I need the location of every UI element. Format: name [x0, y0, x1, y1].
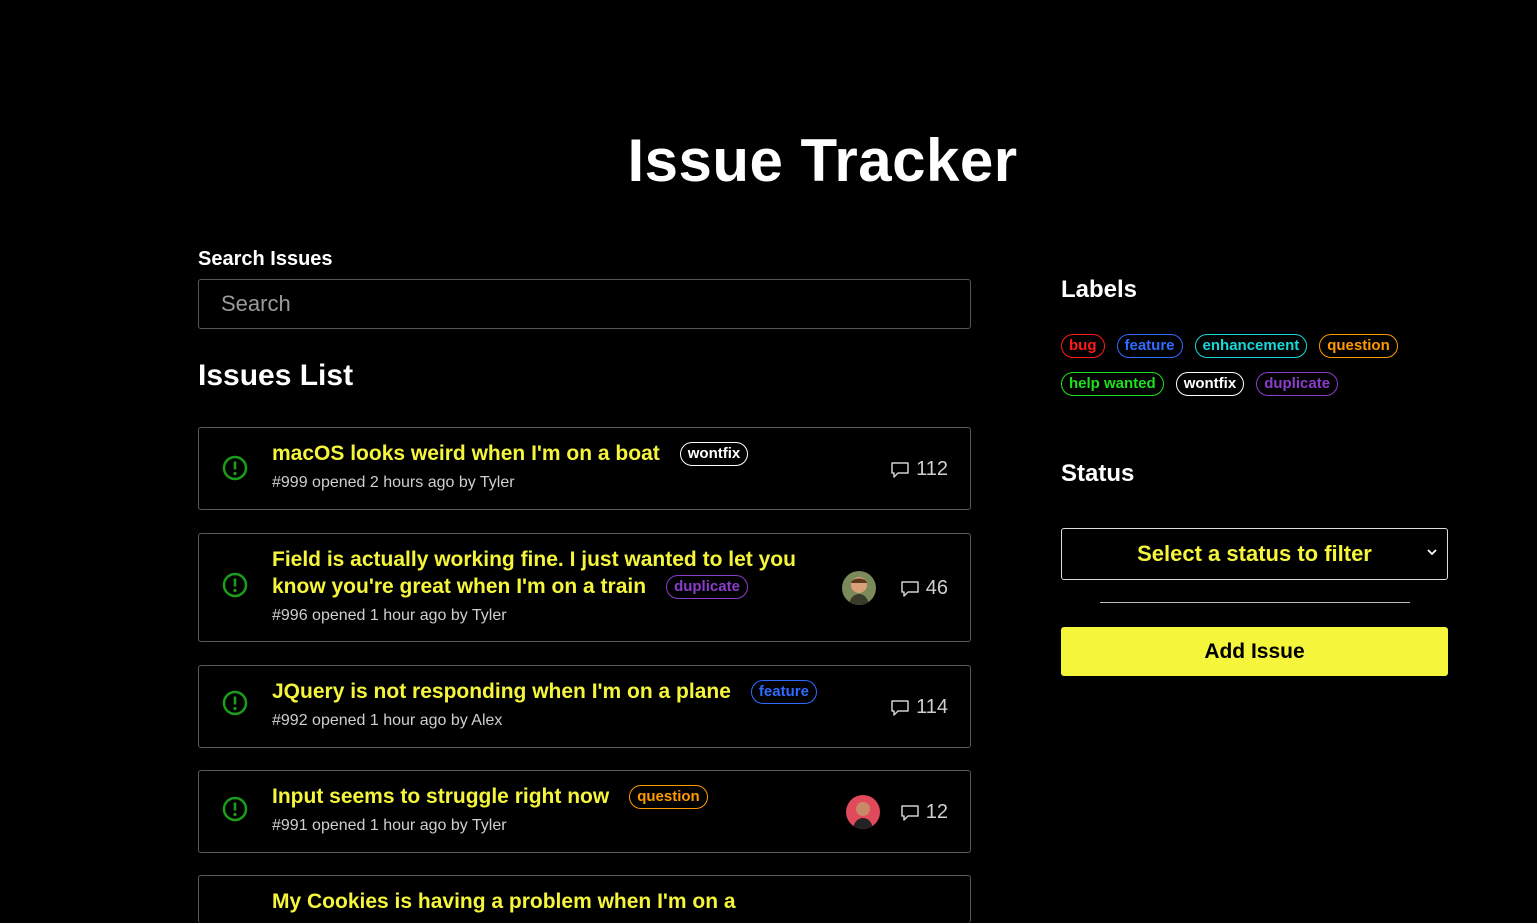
label-filter-help-wanted[interactable]: help wanted	[1061, 372, 1164, 396]
issue-card[interactable]: Field is actually working fine. I just w…	[198, 533, 971, 642]
comment-icon	[891, 699, 909, 716]
assignee-avatar[interactable]	[842, 571, 876, 605]
comment-icon	[891, 461, 909, 478]
search-input[interactable]	[198, 279, 971, 329]
comment-count-value: 112	[916, 458, 948, 480]
issue-label[interactable]: wontfix	[679, 442, 749, 466]
assignee-avatar[interactable]	[846, 795, 880, 829]
issue-meta: #999 opened 2 hours ago by Tyler	[272, 474, 515, 491]
status-filter-value: Select a status to filter	[1137, 541, 1372, 566]
issue-card[interactable]: Input seems to struggle right now questio…	[198, 770, 971, 853]
issue-meta: #996 opened 1 hour ago by Tyler	[272, 607, 507, 624]
issue-title[interactable]: Input seems to struggle right now	[272, 785, 609, 808]
comment-count-value: 114	[916, 696, 948, 718]
issue-title-wrap: Field is actually working fine. I just w…	[272, 546, 812, 625]
comment-count: 46	[900, 577, 948, 600]
open-issue-icon	[222, 455, 248, 481]
comment-count: 112	[890, 458, 948, 481]
issue-title-wrap: Input seems to struggle right now questio…	[272, 783, 832, 835]
comment-count: 12	[900, 801, 948, 824]
issues-list-heading: Issues List	[198, 359, 354, 392]
issue-title[interactable]: JQuery is not responding when I'm on a p…	[272, 680, 731, 703]
issue-label[interactable]: question	[629, 785, 708, 809]
avatar-image	[842, 571, 876, 605]
issue-title[interactable]: My Cookies is having a problem when I'm …	[272, 890, 736, 913]
issue-card[interactable]: My Cookies is having a problem when I'm …	[198, 875, 971, 923]
app-title: Issue Tracker	[627, 127, 1018, 194]
label-filter-wontfix[interactable]: wontfix	[1175, 372, 1245, 396]
page: Issue Tracker Search Issues Issues List …	[0, 0, 1537, 923]
issue-label[interactable]: feature	[750, 680, 817, 704]
issue-title[interactable]: macOS looks weird when I'm on a boat	[272, 442, 660, 465]
comment-count-value: 46	[925, 577, 948, 599]
issue-title-wrap: macOS looks weird when I'm on a boat wont…	[272, 440, 832, 492]
avatar-image	[846, 795, 880, 829]
main-column: Search Issues Issues List	[198, 248, 971, 425]
issue-meta: #992 opened 1 hour ago by Alex	[272, 712, 503, 729]
chevron-down-icon	[1427, 549, 1437, 556]
labels-list: bug feature enhancement question help wa…	[1061, 334, 1441, 396]
label-filter-question[interactable]: question	[1319, 334, 1398, 358]
issue-card[interactable]: macOS looks weird when I'm on a boat wont…	[198, 427, 971, 510]
issue-title-wrap: My Cookies is having a problem when I'm …	[272, 888, 832, 915]
divider	[1099, 602, 1410, 603]
comment-count-value: 12	[925, 801, 948, 823]
comment-count: 114	[890, 696, 948, 719]
label-filter-duplicate[interactable]: duplicate	[1256, 372, 1339, 396]
sidebar: Labels bug feature enhancement question …	[1061, 276, 1448, 676]
comment-icon	[901, 580, 919, 597]
label-filter-feature[interactable]: feature	[1116, 334, 1183, 358]
open-issue-icon	[222, 690, 248, 716]
search-label: Search Issues	[198, 248, 333, 270]
status-heading: Status	[1061, 460, 1135, 487]
issue-label[interactable]: duplicate	[666, 575, 748, 599]
labels-heading: Labels	[1061, 276, 1138, 303]
open-issue-icon	[222, 572, 248, 598]
issue-title-wrap: JQuery is not responding when I'm on a p…	[272, 678, 832, 730]
label-filter-enhancement[interactable]: enhancement	[1194, 334, 1308, 358]
issue-meta: #991 opened 1 hour ago by Tyler	[272, 817, 507, 834]
status-filter-select[interactable]: Select a status to filter	[1061, 528, 1448, 580]
add-issue-button[interactable]: Add Issue	[1061, 627, 1448, 676]
label-filter-bug[interactable]: bug	[1061, 334, 1105, 358]
comment-icon	[901, 804, 919, 821]
open-issue-icon	[222, 796, 248, 822]
issue-card[interactable]: JQuery is not responding when I'm on a p…	[198, 665, 971, 748]
